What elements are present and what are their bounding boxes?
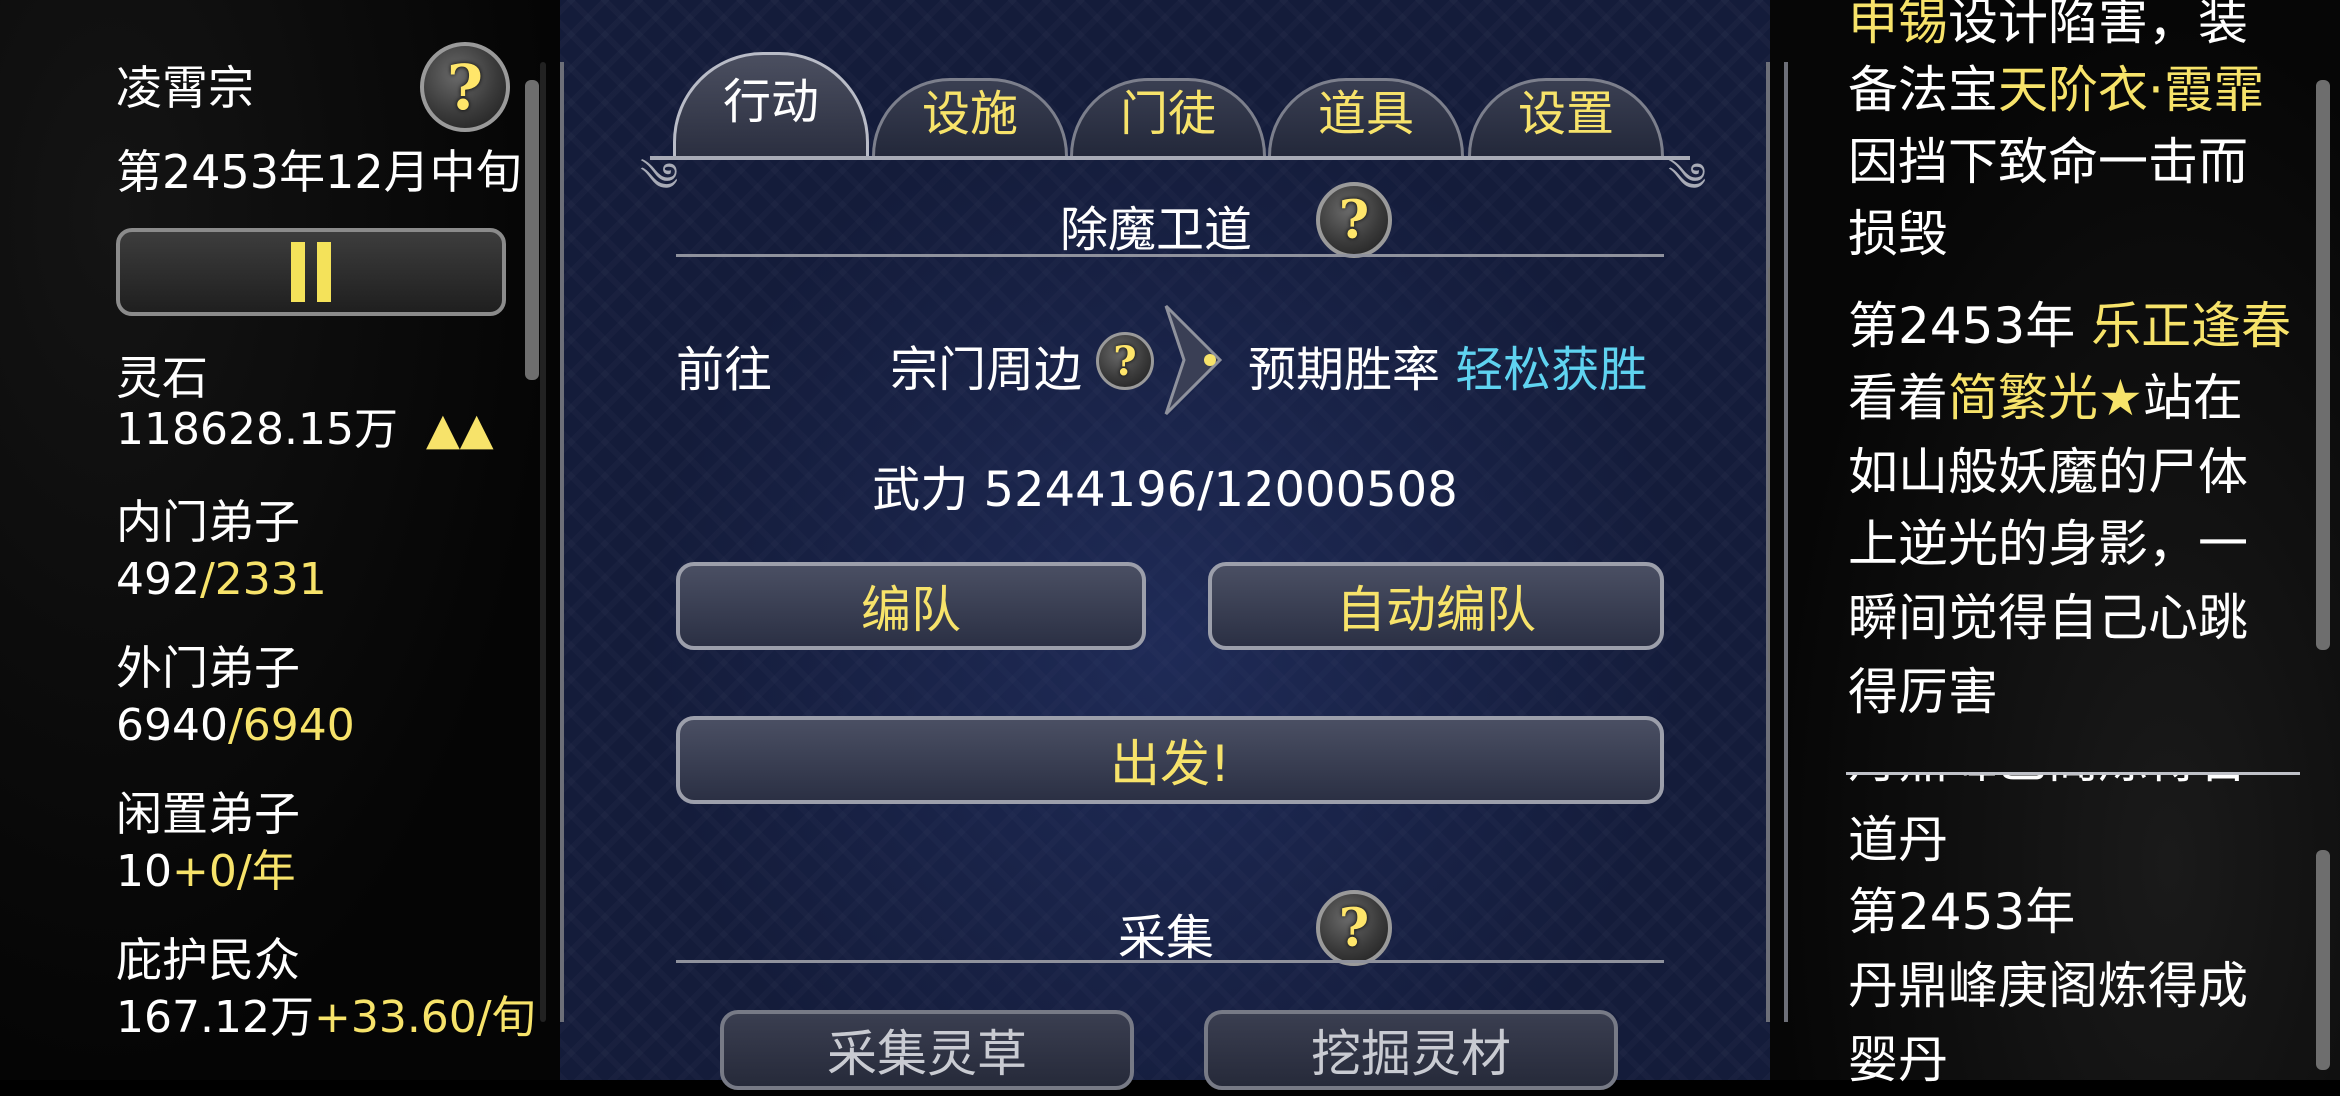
log-line: 第2453年	[1848, 883, 2076, 941]
event-log-panel: 申锡设计陷害，装 备法宝天阶衣·霞霏 因挡下致命一击而 损毁 第2453年 乐正…	[1770, 0, 2340, 1089]
log-clip: 丹鼎峰乙阁炼得合	[1848, 774, 2268, 794]
win-rate-label: 预期胜率	[1248, 342, 1441, 398]
log-line: 丹鼎峰乙阁炼得合	[1848, 774, 2248, 794]
log-line: 因挡下致命一击而	[1848, 133, 2248, 191]
log-scrollbar-thumb[interactable]	[2316, 80, 2330, 650]
inner-max: /2331	[199, 554, 327, 605]
inner-current: 492	[116, 554, 200, 605]
depart-button[interactable]: 出发!	[676, 716, 1664, 804]
idle-disciples-label: 闲置弟子	[116, 787, 300, 841]
win-rate: 预期胜率 轻松获胜	[1248, 330, 1647, 400]
people-current: 167.12万	[116, 992, 314, 1043]
log-text: 站在	[2142, 369, 2243, 427]
go-label: 前往	[676, 342, 773, 398]
ornament-right-icon: ༄	[1668, 155, 1707, 201]
gather-help-icon[interactable]: ?	[1316, 890, 1392, 966]
mission-title: 除魔卫道	[1060, 202, 1253, 258]
log-line: 第2453年 乐正逢春	[1848, 290, 2291, 362]
log-highlight: 乐正逢春	[2091, 297, 2292, 355]
panel-left-rail	[560, 62, 564, 1022]
spirit-stone-label: 灵石	[116, 351, 208, 405]
spirit-stone-value: 118628.15万 ▲▲	[116, 402, 494, 458]
help-icon[interactable]: ?	[420, 42, 510, 132]
power-readout: 武力 5244196/12000508	[872, 462, 1458, 518]
game-date: 第2453年12月中旬	[116, 145, 522, 199]
destination-select[interactable]: 宗门周边	[890, 330, 1082, 400]
tab-settings[interactable]: 设置	[1468, 40, 1664, 156]
auto-formation-button[interactable]: 自动编队	[1208, 562, 1664, 650]
log-line: 上逆光的身影，一	[1848, 515, 2248, 573]
idle-disciples-value: 10+0/年	[116, 844, 296, 900]
log-highlight: 简繁光★	[1948, 369, 2143, 427]
log-text: 看着	[1848, 369, 1948, 427]
gather-herbs-button[interactable]: 采集灵草	[720, 1010, 1134, 1090]
idle-rate: +0/年	[172, 846, 296, 897]
tab-items[interactable]: 道具	[1268, 40, 1464, 156]
formation-button[interactable]: 编队	[676, 562, 1146, 650]
tab-baseline	[650, 156, 1690, 160]
section-divider	[676, 254, 1664, 257]
tab-action[interactable]: 行动	[673, 40, 869, 156]
outer-max: /6940	[227, 700, 355, 751]
outer-current: 6940	[116, 700, 228, 751]
log-line: 瞬间觉得自己心跳	[1848, 589, 2248, 647]
tab-label: 设置	[1517, 86, 1614, 142]
left-scrollbar-thumb[interactable]	[525, 80, 539, 380]
tab-label: 门徒	[1119, 86, 1216, 142]
tab-label: 设施	[921, 86, 1018, 142]
outer-disciples-label: 外门弟子	[116, 641, 300, 695]
destination-help-icon[interactable]: ?	[1096, 332, 1154, 390]
arrow-right-icon	[1164, 304, 1223, 416]
mission-help-icon[interactable]: ?	[1316, 182, 1392, 258]
log-highlight: 天阶衣·霞霏	[1998, 61, 2264, 119]
trend-up-icon: ▲▲	[425, 404, 494, 455]
log-scrollbar-thumb-2[interactable]	[2316, 850, 2330, 1070]
sect-status-panel: 凌霄宗 ? 第2453年12月中旬 灵石 118628.15万 ▲▲ 内门弟子 …	[0, 0, 560, 1080]
inner-disciples-label: 内门弟子	[116, 495, 300, 549]
log-rail	[1784, 62, 1788, 1022]
inner-disciples-value: 492/2331	[116, 552, 327, 608]
ornament-left-icon: ༄	[640, 155, 679, 201]
outer-disciples-value: 6940/6940	[116, 698, 355, 754]
log-highlight: 申锡	[1848, 0, 1948, 51]
gather-title: 采集	[1118, 910, 1215, 966]
tab-facilities[interactable]: 设施	[872, 40, 1068, 156]
log-line: 得厉害	[1848, 663, 1998, 721]
log-line: 看着简繁光★站在	[1848, 362, 2243, 434]
section-divider	[676, 960, 1664, 963]
log-line: 备法宝天阶衣·霞霏	[1848, 54, 2264, 126]
log-line: 婴丹	[1848, 1031, 1948, 1089]
protected-people-value: 167.12万+33.60/旬	[116, 990, 536, 1046]
tab-label: 行动	[722, 74, 819, 130]
idle-current: 10	[116, 846, 172, 897]
log-line: 损毁	[1848, 205, 1948, 263]
log-line: 如山般妖魔的尸体	[1848, 443, 2248, 501]
log-text: 第2453年	[1848, 297, 2092, 355]
pause-icon	[291, 242, 305, 302]
protected-people-label: 庇护民众	[116, 933, 300, 987]
dig-materials-button[interactable]: 挖掘灵材	[1204, 1010, 1618, 1090]
log-text: 备法宝	[1848, 61, 1998, 119]
people-rate: +33.60/旬	[313, 992, 536, 1043]
log-text: 设计陷害，装	[1948, 0, 2248, 51]
left-scrollbar-track[interactable]	[540, 62, 546, 1022]
log-line: 道丹	[1848, 811, 1948, 869]
sect-name: 凌霄宗	[116, 61, 254, 115]
log-line: 丹鼎峰庚阁炼得成	[1848, 957, 2248, 1015]
pause-button[interactable]	[116, 228, 506, 316]
tab-disciples[interactable]: 门徒	[1070, 40, 1266, 156]
log-divider	[1846, 772, 2300, 775]
log-line: 申锡设计陷害，装	[1848, 0, 2248, 58]
tab-label: 道具	[1317, 86, 1414, 142]
pause-icon	[317, 242, 331, 302]
spirit-stone-amount: 118628.15万	[116, 404, 398, 455]
win-rate-value: 轻松获胜	[1455, 342, 1648, 398]
